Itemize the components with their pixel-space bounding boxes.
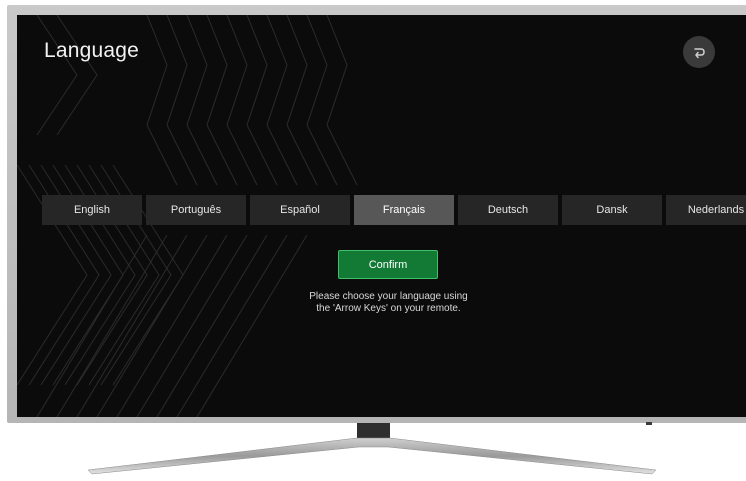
tv-stand bbox=[87, 422, 657, 475]
